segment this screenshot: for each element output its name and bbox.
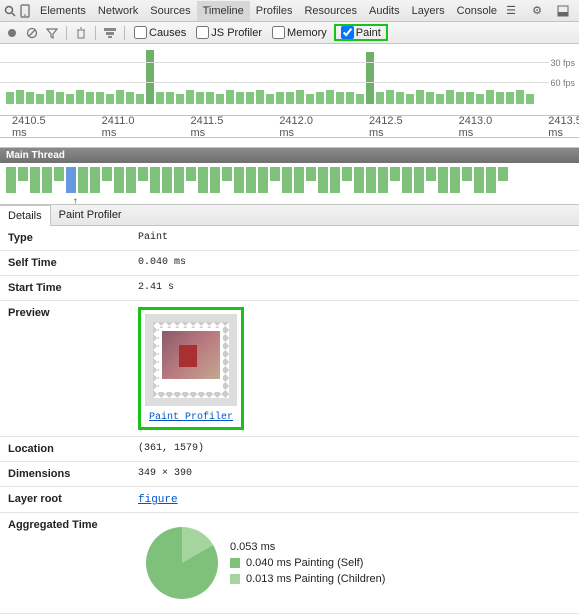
checkbox-jsprofiler[interactable]: JS Profiler xyxy=(193,26,265,39)
details-table: Type Paint Self Time 0.040 ms Start Time… xyxy=(0,226,579,614)
dimensions-label: Dimensions xyxy=(0,462,130,487)
subtab-paint-profiler[interactable]: Paint Profiler xyxy=(51,205,130,225)
arrow-up-icon: ↑ xyxy=(72,193,79,205)
tab-audits[interactable]: Audits xyxy=(363,1,406,21)
tab-resources[interactable]: Resources xyxy=(298,1,363,21)
timeline-toolbar: Causes JS Profiler Memory Paint xyxy=(0,22,579,44)
overview-bars xyxy=(0,44,579,104)
main-thread-track[interactable]: ↑ xyxy=(0,163,579,205)
topbar-right: ☰ ⚙ xyxy=(503,3,575,19)
tab-sources[interactable]: Sources xyxy=(144,1,196,21)
ruler-tick: 2411.5 ms xyxy=(190,115,223,139)
fps-line-30 xyxy=(0,62,549,63)
preview-label: Preview xyxy=(0,301,130,437)
toolbar-separator xyxy=(66,26,67,40)
checkbox-causes[interactable]: Causes xyxy=(131,26,189,39)
aggtime-label: Aggregated Time xyxy=(0,513,130,614)
devtools-topbar: Elements Network Sources Timeline Profil… xyxy=(0,0,579,22)
tab-console[interactable]: Console xyxy=(451,1,503,21)
jsprofiler-checkbox[interactable] xyxy=(196,26,209,39)
paint-label: Paint xyxy=(356,27,381,39)
fps-line-60 xyxy=(0,82,549,83)
memory-label: Memory xyxy=(287,27,327,39)
checkbox-paint[interactable]: Paint xyxy=(338,26,384,39)
causes-label: Causes xyxy=(149,27,186,39)
ruler-tick: 2411.0 ms xyxy=(102,115,135,139)
location-label: Location xyxy=(0,437,130,462)
layerroot-link[interactable]: figure xyxy=(138,494,178,506)
ruler-tick: 2412.0 ms xyxy=(279,115,313,139)
ruler-tick: 2410.5 ms xyxy=(12,115,46,139)
location-value: (361, 1579) xyxy=(130,437,579,462)
agg-total: 0.053 ms xyxy=(230,541,275,553)
bottom-subtabs: Details Paint Profiler xyxy=(0,205,579,226)
pie-chart xyxy=(146,527,218,599)
type-value: Paint xyxy=(130,226,579,251)
causes-checkbox[interactable] xyxy=(134,26,147,39)
ruler-tick: 2413.5 ms xyxy=(548,115,579,139)
settings-icon[interactable]: ⚙ xyxy=(529,3,545,19)
paint-highlight: Paint xyxy=(334,24,388,41)
subtab-details[interactable]: Details xyxy=(0,205,51,226)
preview-thumbnail[interactable] xyxy=(145,314,237,406)
paint-checkbox[interactable] xyxy=(341,26,354,39)
swatch-self xyxy=(230,558,240,568)
drawer-icon[interactable]: ☰ xyxy=(503,3,519,19)
fps-60-label: 60 fps xyxy=(550,78,575,88)
panel-tabs: Elements Network Sources Timeline Profil… xyxy=(34,1,503,21)
dock-icon[interactable] xyxy=(555,3,571,19)
tab-elements[interactable]: Elements xyxy=(34,1,92,21)
overview-panel[interactable]: 30 fps 60 fps xyxy=(0,44,579,116)
tab-profiles[interactable]: Profiles xyxy=(250,1,299,21)
toolbar-separator xyxy=(124,26,125,40)
selftime-value: 0.040 ms xyxy=(130,251,579,276)
preview-highlight: Paint Profiler xyxy=(138,307,244,430)
ruler-tick: 2413.0 ms xyxy=(459,115,493,139)
ruler-gap xyxy=(0,138,579,148)
fps-30-label: 30 fps xyxy=(550,58,575,68)
layerroot-value: figure xyxy=(130,487,579,513)
clear-icon[interactable] xyxy=(24,25,40,41)
main-thread-header[interactable]: Main Thread xyxy=(0,148,579,163)
device-icon[interactable] xyxy=(20,3,30,19)
tab-layers[interactable]: Layers xyxy=(406,1,451,21)
time-ruler: 2410.5 ms 2411.0 ms 2411.5 ms 2412.0 ms … xyxy=(0,116,579,138)
agg-legend: 0.053 ms 0.040 ms Painting (Self) 0.013 … xyxy=(230,541,385,585)
memory-checkbox[interactable] xyxy=(272,26,285,39)
swatch-children xyxy=(230,574,240,584)
layerroot-label: Layer root xyxy=(0,487,130,513)
search-icon[interactable] xyxy=(4,3,16,19)
starttime-label: Start Time xyxy=(0,276,130,301)
agg-self: 0.040 ms Painting (Self) xyxy=(246,557,363,569)
agg-children: 0.013 ms Painting (Children) xyxy=(246,573,385,585)
flamechart-icon[interactable] xyxy=(102,25,118,41)
toolbar-separator xyxy=(95,26,96,40)
record-icon[interactable] xyxy=(4,25,20,41)
checkbox-memory[interactable]: Memory xyxy=(269,26,330,39)
starttime-value: 2.41 s xyxy=(130,276,579,301)
dimensions-value: 349 × 390 xyxy=(130,462,579,487)
gc-icon[interactable] xyxy=(73,25,89,41)
tab-network[interactable]: Network xyxy=(92,1,144,21)
ruler-tick: 2412.5 ms xyxy=(369,115,403,139)
tab-timeline[interactable]: Timeline xyxy=(197,1,250,21)
jsprofiler-label: JS Profiler xyxy=(211,27,262,39)
type-label: Type xyxy=(0,226,130,251)
filter-icon[interactable] xyxy=(44,25,60,41)
aggtime-cell: 0.053 ms 0.040 ms Painting (Self) 0.013 … xyxy=(130,513,579,614)
paint-profiler-link[interactable]: Paint Profiler xyxy=(145,412,237,423)
preview-image xyxy=(162,331,220,379)
selftime-label: Self Time xyxy=(0,251,130,276)
preview-cell: Paint Profiler xyxy=(130,301,579,437)
